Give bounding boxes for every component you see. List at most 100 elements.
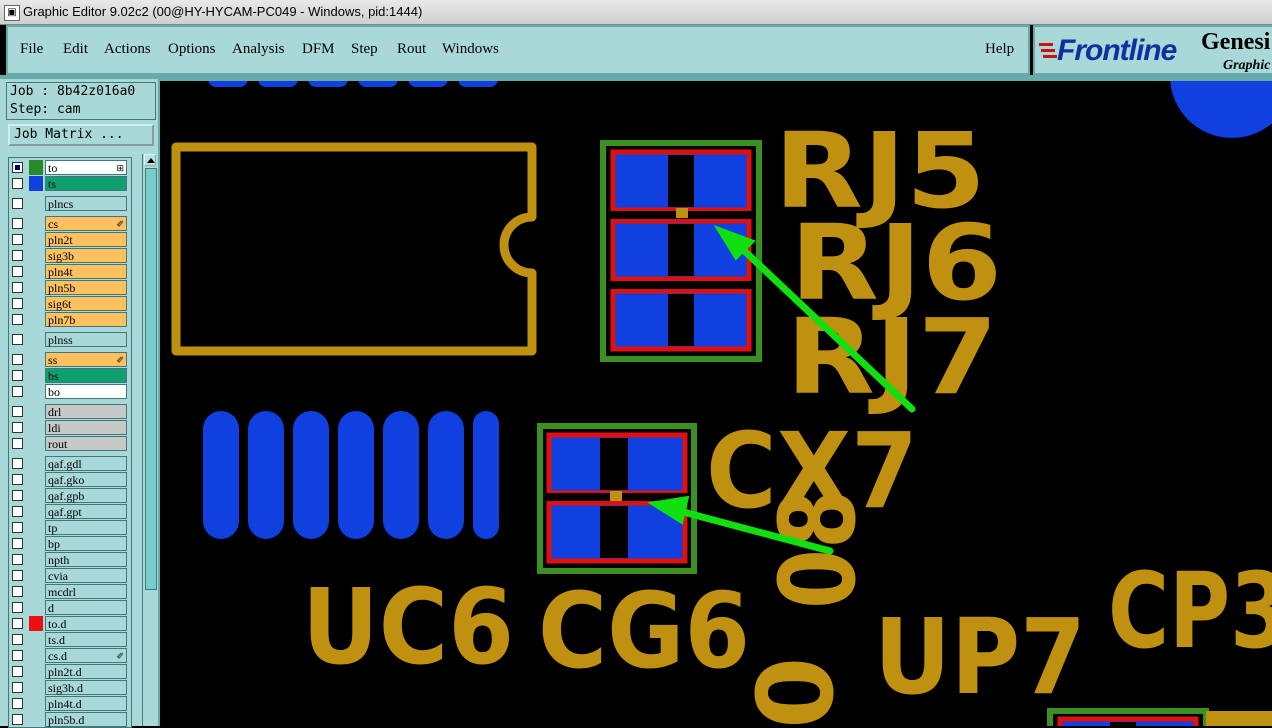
layer-color-swatch[interactable]	[29, 680, 43, 695]
layer-checkbox[interactable]	[12, 618, 23, 629]
layer-name[interactable]: ldi	[45, 420, 127, 435]
menu-rout[interactable]: Rout	[397, 41, 426, 58]
layer-checkbox[interactable]	[12, 554, 23, 565]
layer-color-swatch[interactable]	[29, 552, 43, 567]
layer-name[interactable]: ts.d	[45, 632, 127, 647]
layer-color-swatch[interactable]	[29, 420, 43, 435]
layer-name[interactable]: pln5b	[45, 280, 127, 295]
layer-row-pln7b[interactable]: pln7b	[9, 312, 131, 328]
layer-row-qaf-gpt[interactable]: qaf.gpt	[9, 504, 131, 520]
layer-checkbox[interactable]	[12, 266, 23, 277]
layer-color-swatch[interactable]	[29, 536, 43, 551]
layer-name[interactable]: bs	[45, 368, 127, 383]
layer-name[interactable]: qaf.gko	[45, 472, 127, 487]
graphics-canvas[interactable]: RJ5 RJ6 RJ7 CX7 UC6 CG6 UP7 CP3 08 0	[160, 81, 1272, 726]
layer-color-swatch[interactable]	[29, 196, 43, 211]
layer-name[interactable]: sig3b	[45, 248, 127, 263]
layer-color-swatch[interactable]	[29, 368, 43, 383]
layer-name[interactable]: sig3b.d	[45, 680, 127, 695]
layer-name[interactable]: ss ✐	[45, 352, 127, 367]
layer-checkbox[interactable]	[12, 314, 23, 325]
layer-row-qaf-gpb[interactable]: qaf.gpb	[9, 488, 131, 504]
layer-checkbox[interactable]	[12, 386, 23, 397]
layer-color-swatch[interactable]	[29, 520, 43, 535]
layer-checkbox[interactable]	[12, 218, 23, 229]
layer-row-bo[interactable]: bo	[9, 384, 131, 400]
menu-actions[interactable]: Actions	[104, 41, 151, 58]
menu-windows[interactable]: Windows	[442, 41, 499, 58]
scroll-up-icon[interactable]	[144, 154, 156, 166]
layer-name[interactable]: npth	[45, 552, 127, 567]
layer-checkbox[interactable]	[12, 354, 23, 365]
layer-checkbox[interactable]	[12, 698, 23, 709]
layer-color-swatch[interactable]	[29, 216, 43, 231]
layer-name[interactable]: pln7b	[45, 312, 127, 327]
layer-checkbox[interactable]	[12, 438, 23, 449]
layer-row-ldi[interactable]: ldi	[9, 420, 131, 436]
layer-color-swatch[interactable]	[29, 296, 43, 311]
layer-row-cvia[interactable]: cvia	[9, 568, 131, 584]
scroll-thumb[interactable]	[145, 168, 157, 590]
layer-name[interactable]: cvia	[45, 568, 127, 583]
menu-dfm[interactable]: DFM	[302, 41, 335, 58]
layer-row-tp[interactable]: tp	[9, 520, 131, 536]
layer-row-cs-d[interactable]: cs.d ✐	[9, 648, 131, 664]
layer-row-ss[interactable]: ss ✐	[9, 352, 131, 368]
layer-name[interactable]: drl	[45, 404, 127, 419]
layer-row-pln5b[interactable]: pln5b	[9, 280, 131, 296]
layer-checkbox[interactable]	[12, 682, 23, 693]
layer-checkbox[interactable]	[12, 570, 23, 581]
layer-color-swatch[interactable]	[29, 504, 43, 519]
layer-color-swatch[interactable]	[29, 712, 43, 727]
layer-color-swatch[interactable]	[29, 332, 43, 347]
layer-color-swatch[interactable]	[29, 232, 43, 247]
layer-color-swatch[interactable]	[29, 248, 43, 263]
menu-step[interactable]: Step	[351, 41, 378, 58]
layer-row-sig3b[interactable]: sig3b	[9, 248, 131, 264]
layer-checkbox[interactable]	[12, 250, 23, 261]
layer-color-swatch[interactable]	[29, 352, 43, 367]
layer-row-pln4t[interactable]: pln4t	[9, 264, 131, 280]
layer-name[interactable]: rout	[45, 436, 127, 451]
job-matrix-button[interactable]: Job Matrix ...	[8, 124, 154, 146]
layer-row-pln2t-d[interactable]: pln2t.d	[9, 664, 131, 680]
layer-name[interactable]: pln2t.d	[45, 664, 127, 679]
layer-row-qaf-gdl[interactable]: qaf.gdl	[9, 456, 131, 472]
layer-name[interactable]: pln4t.d	[45, 696, 127, 711]
layer-name[interactable]: bp	[45, 536, 127, 551]
layer-checkbox[interactable]	[12, 634, 23, 645]
layer-checkbox[interactable]	[12, 490, 23, 501]
layer-checkbox[interactable]	[12, 506, 23, 517]
layer-color-swatch[interactable]	[29, 176, 43, 191]
layer-checkbox[interactable]	[12, 666, 23, 677]
layer-checkbox[interactable]	[12, 422, 23, 433]
layer-scrollbar[interactable]	[142, 154, 157, 726]
layer-checkbox[interactable]	[12, 650, 23, 661]
layer-color-swatch[interactable]	[29, 456, 43, 471]
layer-name[interactable]: mcdrl	[45, 584, 127, 599]
layer-row-sig3b-d[interactable]: sig3b.d	[9, 680, 131, 696]
layer-name[interactable]: tp	[45, 520, 127, 535]
layer-color-swatch[interactable]	[29, 436, 43, 451]
layer-name[interactable]: cs ✐	[45, 216, 127, 231]
layer-checkbox[interactable]	[12, 298, 23, 309]
layer-row-sig6t[interactable]: sig6t	[9, 296, 131, 312]
layer-row-drl[interactable]: drl	[9, 404, 131, 420]
menu-options[interactable]: Options	[168, 41, 216, 58]
menu-file[interactable]: File	[20, 41, 43, 58]
layer-name[interactable]: qaf.gdl	[45, 456, 127, 471]
layer-name[interactable]: cs.d ✐	[45, 648, 127, 663]
layer-name[interactable]: plnss	[45, 332, 127, 347]
layer-row-pln2t[interactable]: pln2t	[9, 232, 131, 248]
layer-row-qaf-gko[interactable]: qaf.gko	[9, 472, 131, 488]
layer-checkbox[interactable]	[12, 162, 23, 173]
layer-checkbox[interactable]	[12, 602, 23, 613]
layer-row-ts-d[interactable]: ts.d	[9, 632, 131, 648]
layer-checkbox[interactable]	[12, 474, 23, 485]
layer-checkbox[interactable]	[12, 586, 23, 597]
layer-checkbox[interactable]	[12, 522, 23, 533]
menu-edit[interactable]: Edit	[63, 41, 88, 58]
layer-color-swatch[interactable]	[29, 384, 43, 399]
layer-name[interactable]: bo	[45, 384, 127, 399]
layer-row-ts[interactable]: ts	[9, 176, 131, 192]
